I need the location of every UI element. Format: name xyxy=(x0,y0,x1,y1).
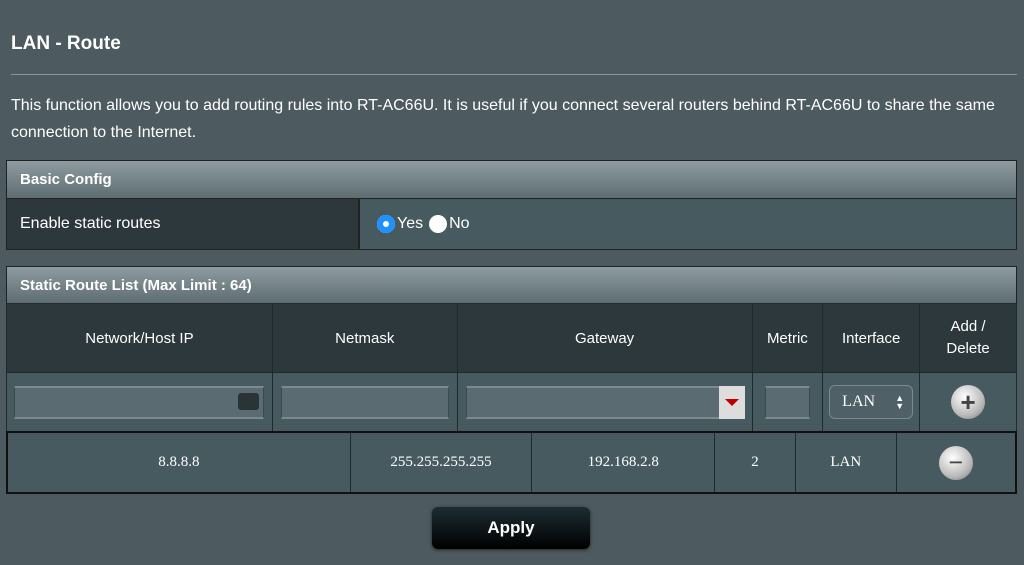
row-metric: 2 xyxy=(714,431,796,494)
basic-config-header: Basic Config xyxy=(6,160,1017,199)
apply-label: Apply xyxy=(487,518,535,537)
radio-no[interactable]: No xyxy=(429,214,470,233)
route-table: 8.8.8.8 255.255.255.255 192.168.2.8 2 LA… xyxy=(6,431,1017,494)
page-description: This function allows you to add routing … xyxy=(11,97,995,141)
updown-arrows-icon: ▲ ▼ xyxy=(895,393,905,411)
route-list-header: Static Route List (Max Limit : 64) xyxy=(6,266,1017,304)
divider xyxy=(11,74,1017,75)
plus-icon: + xyxy=(960,387,976,417)
col-network: Network/Host IP xyxy=(6,303,273,373)
add-route-button[interactable]: + xyxy=(951,385,986,419)
metric-input[interactable] xyxy=(764,385,810,419)
row-netmask: 255.255.255.255 xyxy=(349,431,533,494)
route-input-table: Network/Host IP Netmask Gateway Metric I… xyxy=(6,303,1017,432)
enable-static-routes-label: Enable static routes xyxy=(6,198,359,250)
interface-select-value: LAN xyxy=(842,393,876,410)
radio-yes[interactable]: Yes xyxy=(377,214,424,233)
radio-no-label: No xyxy=(449,215,470,233)
row-interface: LAN xyxy=(794,431,897,494)
col-netmask: Netmask xyxy=(271,303,458,373)
row-network: 8.8.8.8 xyxy=(6,431,351,494)
col-metric: Metric xyxy=(751,303,824,373)
apply-button[interactable]: Apply xyxy=(432,507,590,549)
page-title: LAN - Route xyxy=(11,33,121,54)
dropdown-arrow-button[interactable] xyxy=(718,385,745,419)
table-row: 8.8.8.8 255.255.255.255 192.168.2.8 2 LA… xyxy=(6,431,1017,494)
minus-icon: − xyxy=(948,447,964,477)
radio-yes-label: Yes xyxy=(397,215,424,233)
row-gateway: 192.168.2.8 xyxy=(531,431,716,494)
netmask-input[interactable] xyxy=(280,385,449,419)
gateway-input[interactable] xyxy=(465,385,745,419)
contact-card-icon[interactable] xyxy=(238,392,260,410)
triangle-down-icon xyxy=(724,398,739,406)
delete-route-button[interactable]: − xyxy=(938,445,973,480)
col-gateway: Gateway xyxy=(456,303,753,373)
network-input[interactable] xyxy=(14,385,265,419)
col-add-delete: Add / Delete xyxy=(919,303,1017,373)
col-interface: Interface xyxy=(822,303,921,373)
interface-select[interactable]: LAN ▲ ▼ xyxy=(829,385,914,419)
